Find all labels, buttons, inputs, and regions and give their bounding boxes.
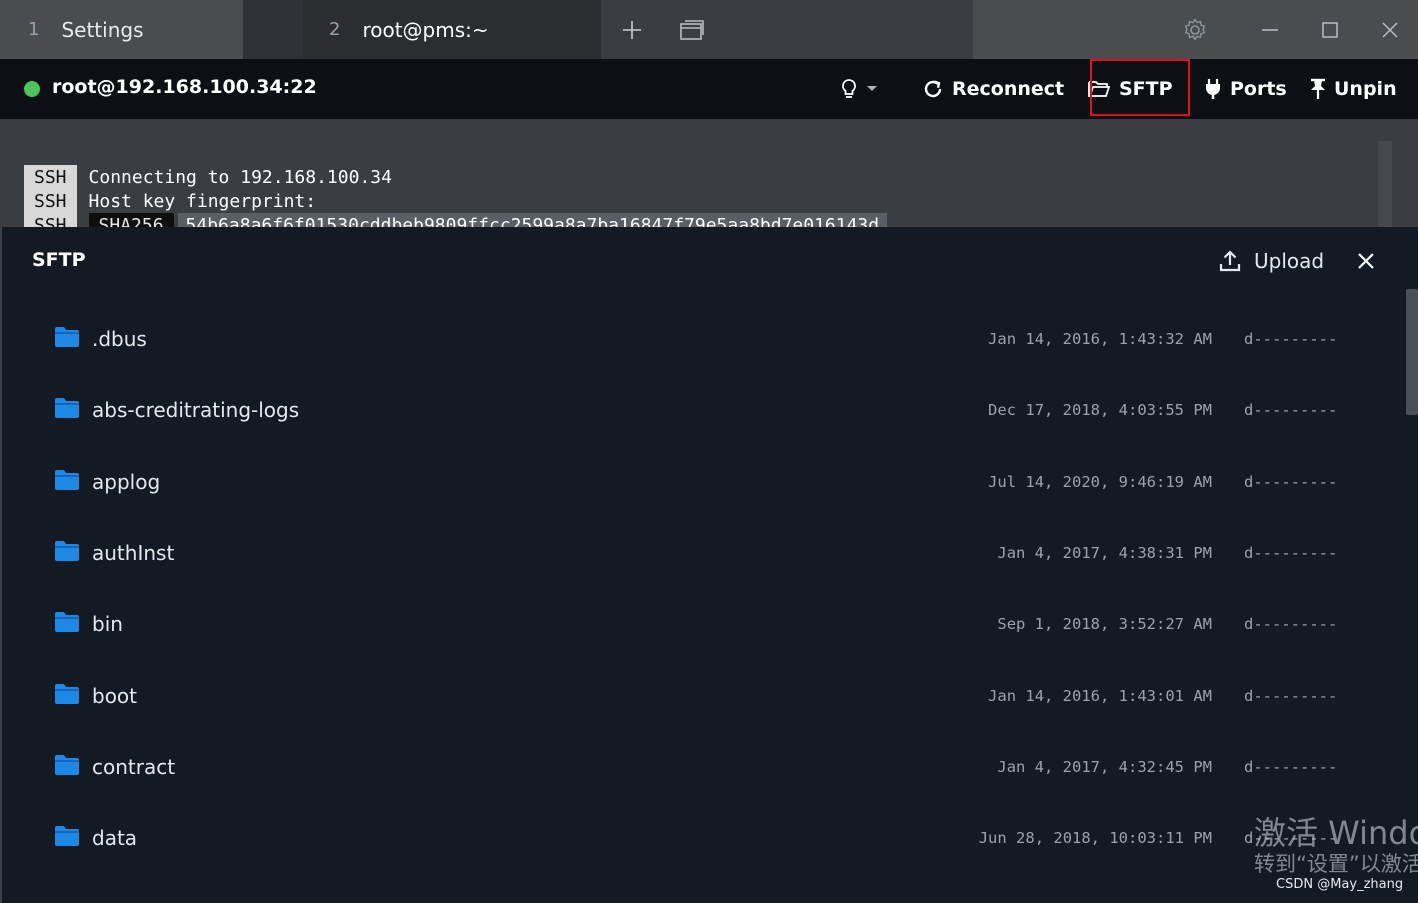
file-name: authInst <box>92 540 175 565</box>
tab-terminal[interactable]: 2 root@pms:~ <box>303 0 601 59</box>
file-modified-date: Jan 14, 2016, 1:43:32 AM <box>988 329 1212 348</box>
ports-button[interactable]: Ports <box>1204 59 1287 119</box>
file-name: abs-creditrating-logs <box>92 397 300 422</box>
folder-icon <box>55 327 79 347</box>
upload-button[interactable]: Upload <box>1218 245 1324 277</box>
file-row[interactable]: boot Jan 14, 2016, 1:43:01 AM d--------- <box>2 660 1402 731</box>
file-name: boot <box>92 683 138 708</box>
plug-icon <box>1206 79 1220 99</box>
maximize-icon <box>1322 21 1338 38</box>
folder-icon <box>55 826 79 846</box>
ssh-tag: SSH <box>24 213 77 227</box>
file-modified-date: Sep 1, 2018, 3:52:27 AM <box>997 614 1212 633</box>
file-name: bin <box>92 611 123 636</box>
file-modified-date: Jan 4, 2017, 4:32:45 PM <box>997 757 1212 776</box>
file-row[interactable]: contract Jan 4, 2017, 4:32:45 PM d------… <box>2 731 1402 802</box>
folder-icon <box>55 541 79 561</box>
upload-icon <box>1219 250 1241 272</box>
file-permissions: d--------- <box>1244 400 1338 419</box>
close-icon <box>1382 21 1398 38</box>
connection-host: root@192.168.100.34:22 <box>52 76 317 98</box>
connection-status-indicator <box>24 81 40 97</box>
tab-number: 2 <box>329 19 341 40</box>
tab-number: 1 <box>28 19 40 40</box>
terminal-line: SSH Connecting to 192.168.100.34 <box>24 165 392 189</box>
fingerprint-value: 54b6a8a6f6f01530cddbeb9809ffcc2599a8a7ba… <box>177 213 888 227</box>
close-icon <box>1358 253 1374 269</box>
file-permissions: d--------- <box>1244 329 1338 348</box>
file-permissions: d--------- <box>1244 686 1338 705</box>
minimize-icon <box>1262 28 1278 31</box>
terminal-text: Connecting to 192.168.100.34 <box>88 166 392 188</box>
lightbulb-icon <box>842 79 856 98</box>
terminal-output[interactable]: SSH Connecting to 192.168.100.34 SSH Hos… <box>0 119 1418 227</box>
tab-bar-dim-area <box>601 0 973 59</box>
file-modified-date: Jan 4, 2017, 4:38:31 PM <box>997 543 1212 562</box>
file-permissions: d--------- <box>1244 757 1338 776</box>
file-modified-date: Jan 14, 2016, 1:43:01 AM <box>988 686 1212 705</box>
refresh-icon <box>924 80 942 98</box>
file-modified-date: Dec 17, 2018, 4:03:55 PM <box>988 400 1212 419</box>
file-name: .dbus <box>92 326 147 351</box>
unpin-button[interactable]: Unpin <box>1310 59 1397 119</box>
file-permissions: d--------- <box>1244 543 1338 562</box>
ssh-tag: SSH <box>24 189 77 213</box>
file-name: applog <box>92 469 161 494</box>
file-name: data <box>92 825 138 850</box>
file-row[interactable]: abs-creditrating-logs Dec 17, 2018, 4:03… <box>2 374 1402 445</box>
windows-activation-hint: 转到“设置”以激活 <box>1254 852 1418 876</box>
folder-icon <box>55 755 79 775</box>
sftp-highlight-box <box>1090 59 1190 116</box>
file-row[interactable]: applog Jul 14, 2020, 9:46:19 AM d-------… <box>2 446 1402 517</box>
plus-icon <box>623 20 641 39</box>
folder-icon <box>55 612 79 632</box>
terminal-line: SSH Host key fingerprint: <box>24 189 316 213</box>
gear-icon <box>1184 17 1206 41</box>
hint-dropdown-button[interactable] <box>840 59 888 119</box>
file-modified-date: Jul 14, 2020, 9:46:19 AM <box>988 472 1212 491</box>
fingerprint-algorithm: SHA256 <box>88 213 174 227</box>
sftp-panel-title: SFTP <box>32 249 86 271</box>
minimize-button[interactable] <box>1248 0 1292 59</box>
close-window-button[interactable] <box>1368 0 1412 59</box>
tab-label: root@pms:~ <box>362 17 489 42</box>
reconnect-button[interactable]: Reconnect <box>922 59 1064 119</box>
window-stack-icon <box>680 19 704 40</box>
new-tab-button[interactable] <box>610 0 654 59</box>
close-sftp-button[interactable] <box>1352 247 1380 275</box>
tab-list-button[interactable] <box>670 0 714 59</box>
unpin-label: Unpin <box>1334 78 1397 100</box>
pin-icon <box>1311 78 1325 99</box>
file-permissions: d--------- <box>1244 472 1338 491</box>
csdn-watermark: CSDN @May_zhang <box>1276 877 1404 892</box>
folder-icon <box>55 398 79 418</box>
reconnect-label: Reconnect <box>952 78 1065 100</box>
ssh-tag: SSH <box>24 165 77 189</box>
file-row[interactable]: bin Sep 1, 2018, 3:52:27 AM d--------- <box>2 588 1402 659</box>
chevron-down-icon <box>867 86 877 91</box>
file-permissions: d--------- <box>1244 614 1338 633</box>
folder-icon <box>55 684 79 704</box>
sftp-panel: SFTP Upload .dbus Jan 14, 2016, 1:43:32 … <box>0 227 1418 903</box>
settings-button[interactable] <box>1172 0 1218 59</box>
terminal-line: SSH SHA256 54b6a8a6f6f01530cddbeb9809ffc… <box>24 213 888 227</box>
ports-label: Ports <box>1230 78 1287 100</box>
tab-label: Settings <box>61 17 144 42</box>
file-name: contract <box>92 754 176 779</box>
tab-gap <box>243 0 303 59</box>
file-list-scroll-thumb[interactable] <box>1406 289 1418 415</box>
tab-bar: 1 Settings 2 root@pms:~ <box>0 0 1418 59</box>
file-row[interactable]: .dbus Jan 14, 2016, 1:43:32 AM d--------… <box>2 303 1402 374</box>
file-row[interactable]: authInst Jan 4, 2017, 4:38:31 PM d------… <box>2 517 1402 588</box>
terminal-text: Host key fingerprint: <box>88 190 317 212</box>
terminal-scrollbar[interactable] <box>1378 141 1392 227</box>
file-modified-date: Jun 28, 2018, 10:03:11 PM <box>978 828 1212 847</box>
file-row[interactable]: data Jun 28, 2018, 10:03:11 PM d--------… <box>2 802 1402 873</box>
maximize-button[interactable] <box>1308 0 1352 59</box>
upload-label: Upload <box>1254 249 1325 273</box>
tab-settings[interactable]: 1 Settings <box>0 0 243 59</box>
folder-icon <box>55 470 79 490</box>
